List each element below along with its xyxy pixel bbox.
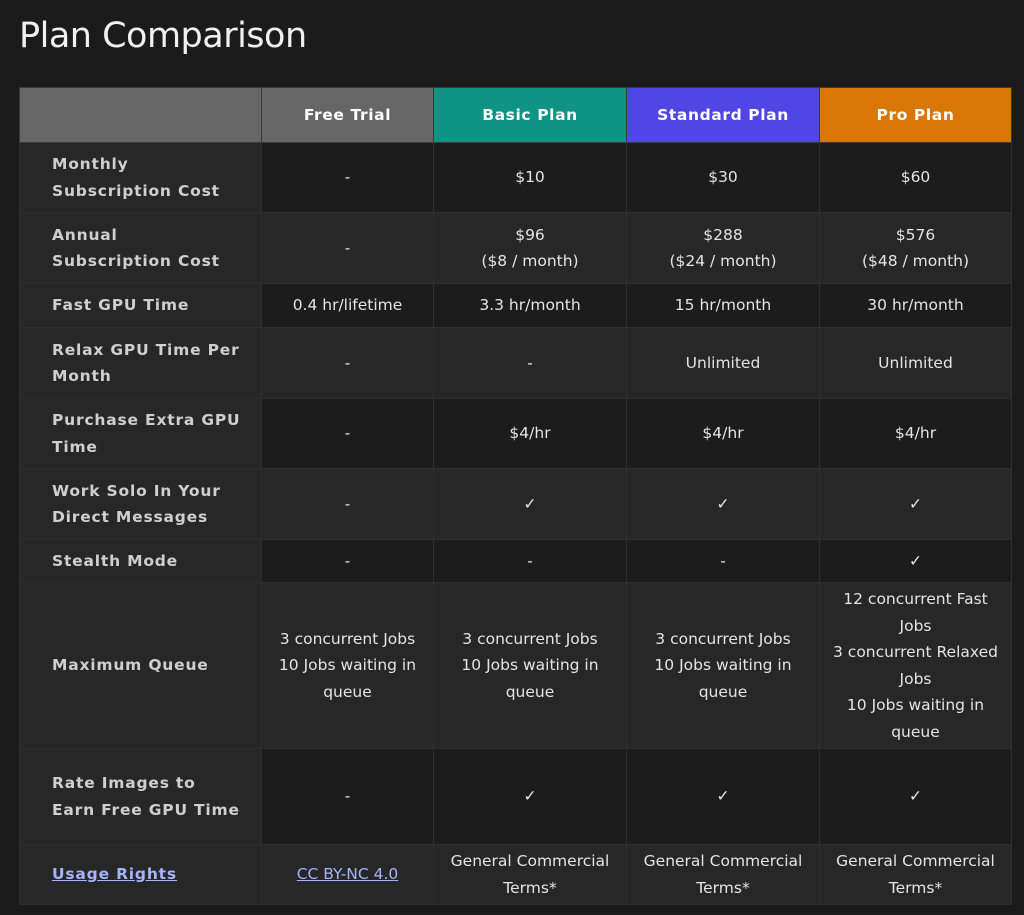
cell-basic-plan: General Commercial Terms* (433, 844, 627, 905)
cell-pro-plan: 30 hr/month (819, 283, 1012, 328)
cell-standard-plan: - (626, 539, 820, 583)
cell-standard-plan: $30 (626, 142, 820, 213)
row-label: Work Solo In Your Direct Messages (19, 468, 262, 540)
concurrent-relaxed-jobs: 3 concurrent Relaxed Jobs (833, 643, 998, 688)
concurrent-fast-jobs: 12 concurrent Fast Jobs (843, 590, 988, 635)
row-label: Stealth Mode (19, 539, 262, 583)
row-annual-subscription-cost: Annual Subscription Cost - $96 ($8 / mon… (19, 212, 1012, 284)
monthly-equivalent: ($8 / month) (481, 252, 579, 270)
row-label: Annual Subscription Cost (19, 212, 262, 284)
header-basic-plan: Basic Plan (433, 87, 627, 143)
cell-free-trial: 0.4 hr/lifetime (261, 283, 434, 328)
cell-standard-plan: $288 ($24 / month) (626, 212, 820, 284)
monthly-equivalent: ($48 / month) (861, 252, 970, 270)
row-maximum-queue: Maximum Queue 3 concurrent Jobs 10 Jobs … (19, 582, 1012, 749)
cell-free-trial: - (261, 142, 434, 213)
cell-basic-plan: 3.3 hr/month (433, 283, 627, 328)
row-label: Monthly Subscription Cost (19, 142, 262, 213)
cell-standard-plan: Unlimited (626, 327, 820, 399)
row-purchase-extra-gpu-time: Purchase Extra GPU Time - $4/hr $4/hr $4… (19, 398, 1012, 469)
row-label: Fast GPU Time (19, 283, 262, 328)
annual-price: $576 (895, 225, 936, 244)
cell-free-trial: - (261, 398, 434, 469)
waiting-jobs: 10 Jobs waiting in queue (846, 696, 985, 741)
header-free-trial: Free Trial (261, 87, 434, 143)
annual-price: $96 (515, 225, 545, 244)
check-icon: ✓ (433, 748, 627, 845)
cell-basic-plan: $10 (433, 142, 627, 213)
plan-comparison-table: Free Trial Basic Plan Standard Plan Pro … (19, 87, 1012, 905)
row-monthly-subscription-cost: Monthly Subscription Cost - $10 $30 $60 (19, 142, 1012, 213)
waiting-jobs: 10 Jobs waiting in queue (278, 656, 417, 701)
cell-pro-plan: $4/hr (819, 398, 1012, 469)
cell-free-trial: - (261, 327, 434, 399)
row-label: Rate Images to Earn Free GPU Time (19, 748, 262, 845)
cell-pro-plan: General Commercial Terms* (819, 844, 1012, 905)
waiting-jobs: 10 Jobs waiting in queue (654, 656, 792, 701)
row-label: Relax GPU Time Per Month (19, 327, 262, 399)
cell-basic-plan: - (433, 327, 627, 399)
cell-free-trial: 3 concurrent Jobs 10 Jobs waiting in que… (261, 582, 434, 749)
cell-pro-plan: 12 concurrent Fast Jobs 3 concurrent Rel… (819, 582, 1012, 749)
check-icon: ✓ (626, 468, 820, 540)
cell-pro-plan: $60 (819, 142, 1012, 213)
header-row: Free Trial Basic Plan Standard Plan Pro … (19, 87, 1012, 143)
check-icon: ✓ (626, 748, 820, 845)
cell-free-trial: - (261, 748, 434, 845)
cell-basic-plan: - (433, 539, 627, 583)
row-relax-gpu-time: Relax GPU Time Per Month - - Unlimited U… (19, 327, 1012, 399)
cell-free-trial: CC BY-NC 4.0 (261, 844, 434, 905)
row-label: Maximum Queue (19, 582, 262, 749)
cell-pro-plan: Unlimited (819, 327, 1012, 399)
row-rate-images: Rate Images to Earn Free GPU Time - ✓ ✓ … (19, 748, 1012, 845)
usage-rights-link[interactable]: Usage Rights (52, 865, 177, 883)
cell-free-trial: - (261, 539, 434, 583)
cell-standard-plan: 15 hr/month (626, 283, 820, 328)
check-icon: ✓ (433, 468, 627, 540)
row-usage-rights: Usage Rights CC BY-NC 4.0 General Commer… (19, 844, 1012, 905)
row-label: Purchase Extra GPU Time (19, 398, 262, 469)
cell-basic-plan: $4/hr (433, 398, 627, 469)
cell-standard-plan: $4/hr (626, 398, 820, 469)
check-icon: ✓ (819, 539, 1012, 583)
cell-free-trial: - (261, 212, 434, 284)
cell-basic-plan: $96 ($8 / month) (433, 212, 627, 284)
row-label: Usage Rights (19, 844, 262, 905)
page-title: Plan Comparison (19, 16, 307, 56)
cell-standard-plan: General Commercial Terms* (626, 844, 820, 905)
header-standard-plan: Standard Plan (626, 87, 820, 143)
cell-basic-plan: 3 concurrent Jobs 10 Jobs waiting in que… (433, 582, 627, 749)
row-work-solo: Work Solo In Your Direct Messages - ✓ ✓ … (19, 468, 1012, 540)
concurrent-jobs: 3 concurrent Jobs (655, 629, 791, 648)
cc-by-nc-license-link[interactable]: CC BY-NC 4.0 (297, 865, 399, 883)
header-label-cell (19, 87, 262, 143)
row-stealth-mode: Stealth Mode - - - ✓ (19, 539, 1012, 583)
annual-price: $288 (703, 225, 743, 244)
concurrent-jobs: 3 concurrent Jobs (462, 629, 598, 648)
waiting-jobs: 10 Jobs waiting in queue (461, 656, 599, 701)
check-icon: ✓ (819, 748, 1012, 845)
monthly-equivalent: ($24 / month) (669, 252, 777, 270)
concurrent-jobs: 3 concurrent Jobs (279, 629, 416, 648)
header-pro-plan: Pro Plan (819, 87, 1012, 143)
row-fast-gpu-time: Fast GPU Time 0.4 hr/lifetime 3.3 hr/mon… (19, 283, 1012, 328)
cell-standard-plan: 3 concurrent Jobs 10 Jobs waiting in que… (626, 582, 820, 749)
cell-free-trial: - (261, 468, 434, 540)
cell-pro-plan: $576 ($48 / month) (819, 212, 1012, 284)
check-icon: ✓ (819, 468, 1012, 540)
